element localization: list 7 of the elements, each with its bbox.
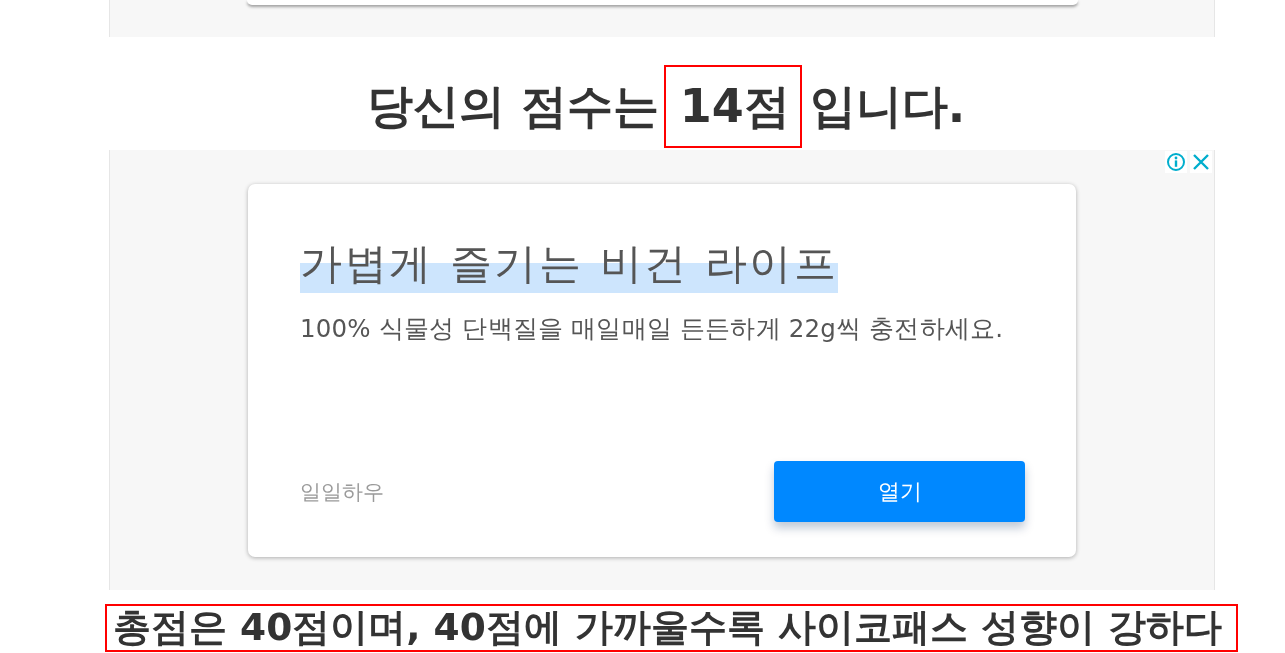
score-heading: 당신의 점수는 14점 입니다.	[366, 65, 966, 148]
info-icon[interactable]	[1165, 151, 1187, 173]
ad-description: 100% 식물성 단백질을 매일매일 든든하게 22g씩 충전하세요.	[300, 313, 1005, 345]
open-button[interactable]: 열기	[774, 461, 1025, 522]
close-icon[interactable]	[1190, 151, 1212, 173]
advertiser-name: 일일하우	[300, 478, 384, 506]
total-score-note: 총점은 40점이며, 40점에 가까울수록 사이코패스 성향이 강하다	[105, 604, 1238, 652]
